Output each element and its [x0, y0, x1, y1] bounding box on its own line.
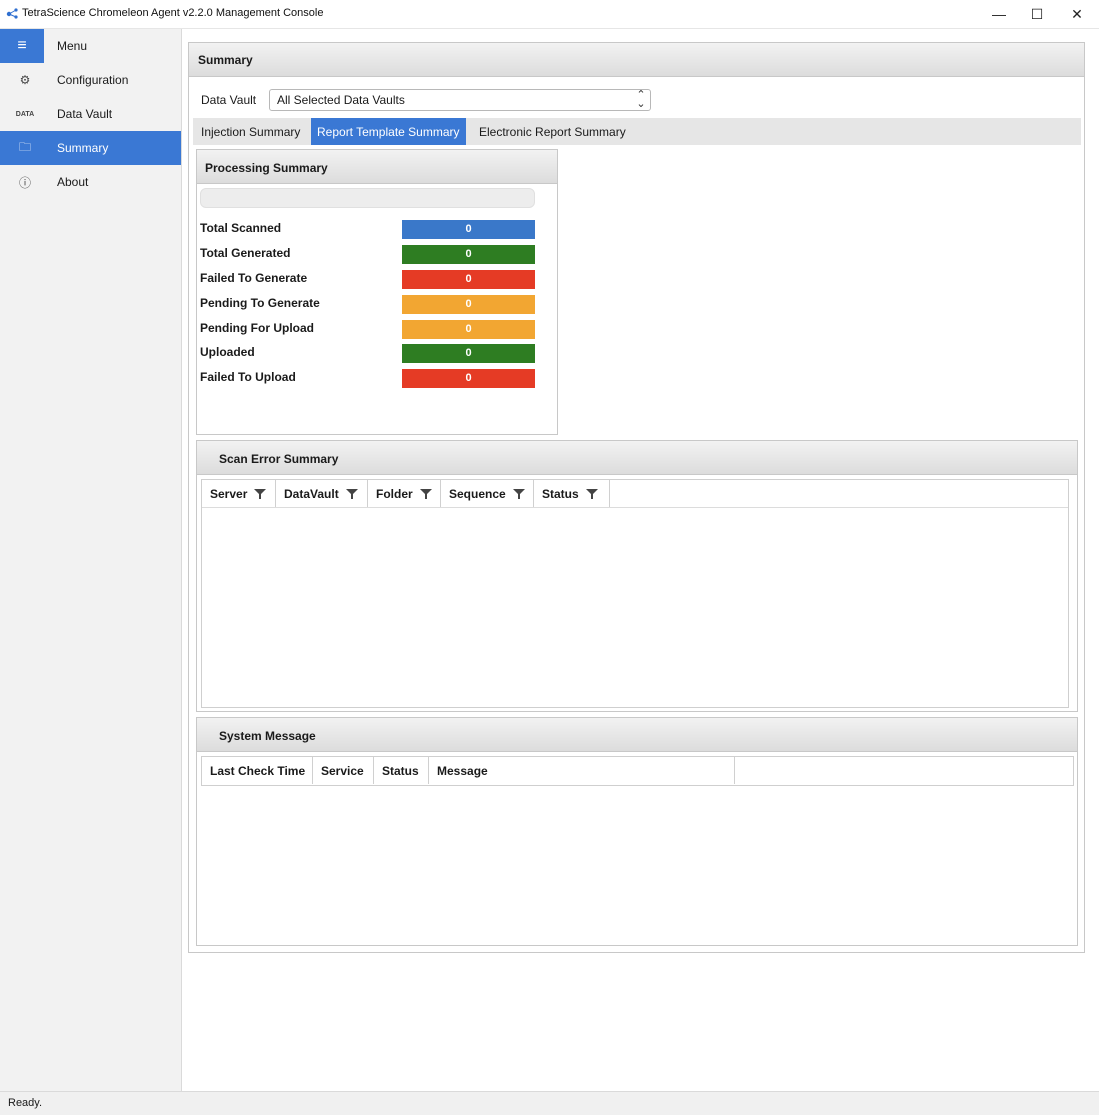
- filter-icon[interactable]: [419, 488, 432, 500]
- filter-icon[interactable]: [512, 488, 525, 500]
- stat-label: Failed To Upload: [200, 370, 296, 384]
- stat-row-total-generated: Total Generated 0: [200, 245, 540, 265]
- gears-icon: ⚙: [19, 73, 31, 87]
- stat-row-total-scanned: Total Scanned 0: [200, 220, 540, 240]
- status-text: Ready.: [8, 1097, 43, 1109]
- stat-label: Total Generated: [200, 246, 291, 260]
- column-header-status[interactable]: Status: [374, 757, 429, 784]
- stat-label: Failed To Generate: [200, 271, 308, 285]
- filter-icon[interactable]: [254, 488, 267, 500]
- summary-header: Summary: [189, 43, 1084, 77]
- tab-injection-summary[interactable]: Injection Summary: [195, 118, 306, 145]
- summary-tabs: Injection Summary Report Template Summar…: [193, 118, 1081, 145]
- stat-label: Pending To Generate: [200, 296, 320, 310]
- column-header-label: Status: [382, 763, 419, 778]
- sidebar-item-data-vault[interactable]: DATA Data Vault: [0, 97, 181, 131]
- system-message-header: System Message: [197, 718, 1077, 752]
- stat-value-badge: 0: [402, 369, 535, 388]
- column-header-folder[interactable]: Folder: [368, 480, 441, 507]
- filter-icon[interactable]: [345, 488, 358, 500]
- window-title: TetraScience Chromeleon Agent v2.2.0 Man…: [22, 7, 324, 19]
- data-vault-icon: DATA: [15, 110, 35, 118]
- system-message-title: System Message: [219, 729, 316, 743]
- column-header-service[interactable]: Service: [313, 757, 374, 784]
- close-button[interactable]: ✕: [1055, 0, 1099, 28]
- page-title: Summary: [198, 53, 253, 67]
- info-icon: ⓘ: [18, 175, 31, 190]
- tab-report-template-summary[interactable]: Report Template Summary: [311, 118, 466, 145]
- sidebar-item-menu[interactable]: ≡ Menu: [0, 29, 181, 63]
- stat-row-failed-to-generate: Failed To Generate 0: [200, 270, 540, 290]
- stat-value-badge: 0: [402, 344, 535, 363]
- filter-icon[interactable]: [585, 488, 598, 500]
- stat-row-pending-for-upload: Pending For Upload 0: [200, 320, 540, 340]
- column-header-label: DataVault: [284, 486, 339, 501]
- column-header-label: Status: [542, 486, 579, 501]
- stat-label: Pending For Upload: [200, 321, 314, 335]
- tab-electronic-report-summary[interactable]: Electronic Report Summary: [473, 118, 632, 145]
- hamburger-icon[interactable]: ≡: [0, 29, 44, 63]
- sidebar-item-summary[interactable]: 🗀 Summary: [0, 131, 181, 165]
- column-header-label: Sequence: [449, 486, 506, 501]
- sidebar-item-label: Data Vault: [57, 107, 113, 121]
- summary-panel: Summary Data Vault All Selected Data Vau…: [188, 42, 1085, 953]
- column-header-status[interactable]: Status: [534, 480, 610, 507]
- system-message-table: Last Check Time Service Status Message: [201, 756, 1074, 786]
- stat-value-badge: 0: [402, 220, 535, 239]
- processing-summary-header: Processing Summary: [197, 150, 557, 184]
- sidebar-item-label: Summary: [57, 141, 109, 155]
- title-bar: TetraScience Chromeleon Agent v2.2.0 Man…: [0, 0, 1099, 29]
- data-vault-select[interactable]: All Selected Data Vaults ⌃ ⌄: [269, 89, 651, 111]
- column-header-label: Service: [321, 763, 364, 778]
- stat-value-badge: 0: [402, 295, 535, 314]
- system-message-table-header: Last Check Time Service Status Message: [202, 757, 1073, 784]
- column-header-label: Message: [437, 763, 488, 778]
- sidebar-item-label: Menu: [57, 39, 88, 53]
- column-header-last-check-time[interactable]: Last Check Time: [202, 757, 313, 784]
- processing-progress-bar: [200, 188, 535, 208]
- stat-row-pending-to-generate: Pending To Generate 0: [200, 295, 540, 315]
- maximize-button[interactable]: ☐: [1015, 0, 1059, 28]
- processing-summary-title: Processing Summary: [205, 161, 328, 175]
- up-down-chevron-icon: ⌃ ⌄: [636, 89, 646, 110]
- sidebar-item-configuration[interactable]: ⚙ Configuration: [0, 63, 181, 97]
- column-header-label: Folder: [376, 486, 413, 501]
- stat-label: Uploaded: [200, 345, 255, 359]
- column-header-sequence[interactable]: Sequence: [441, 480, 534, 507]
- sidebar-item-label: About: [57, 175, 89, 189]
- stat-value-badge: 0: [402, 245, 535, 264]
- column-header-label: Server: [210, 486, 248, 501]
- tetrascience-logo-icon: [6, 8, 18, 19]
- processing-summary-panel: Processing Summary Total Scanned 0 Total…: [196, 149, 558, 435]
- sidebar-item-about[interactable]: ⓘ About: [0, 165, 181, 199]
- column-header-message[interactable]: Message: [429, 757, 735, 784]
- status-bar: Ready.: [0, 1091, 1099, 1115]
- scan-error-table: Server DataVault Folder Sequence Status: [201, 479, 1069, 708]
- sidebar: ≡ Menu ⚙ Configuration DATA Data Vault 🗀…: [0, 29, 182, 1091]
- stat-row-uploaded: Uploaded 0: [200, 344, 540, 364]
- data-vault-select-value: All Selected Data Vaults: [277, 93, 405, 107]
- stat-label: Total Scanned: [200, 221, 282, 235]
- scan-error-summary-title: Scan Error Summary: [219, 452, 339, 466]
- column-header-label: Last Check Time: [210, 763, 306, 778]
- scan-error-table-header: Server DataVault Folder Sequence Status: [202, 480, 1068, 508]
- column-header-server[interactable]: Server: [202, 480, 276, 507]
- sidebar-item-label: Configuration: [57, 73, 129, 87]
- stat-value-badge: 0: [402, 270, 535, 289]
- folder-add-icon: 🗀: [18, 139, 31, 154]
- stat-value-badge: 0: [402, 320, 535, 339]
- scan-error-summary-panel: Scan Error Summary Server DataVault Fold…: [196, 440, 1078, 712]
- system-message-panel: System Message Last Check Time Service S…: [196, 717, 1078, 946]
- column-header-datavault[interactable]: DataVault: [276, 480, 368, 507]
- data-vault-label: Data Vault: [201, 93, 257, 107]
- stat-row-failed-to-upload: Failed To Upload 0: [200, 369, 540, 389]
- scan-error-summary-header: Scan Error Summary: [197, 441, 1077, 475]
